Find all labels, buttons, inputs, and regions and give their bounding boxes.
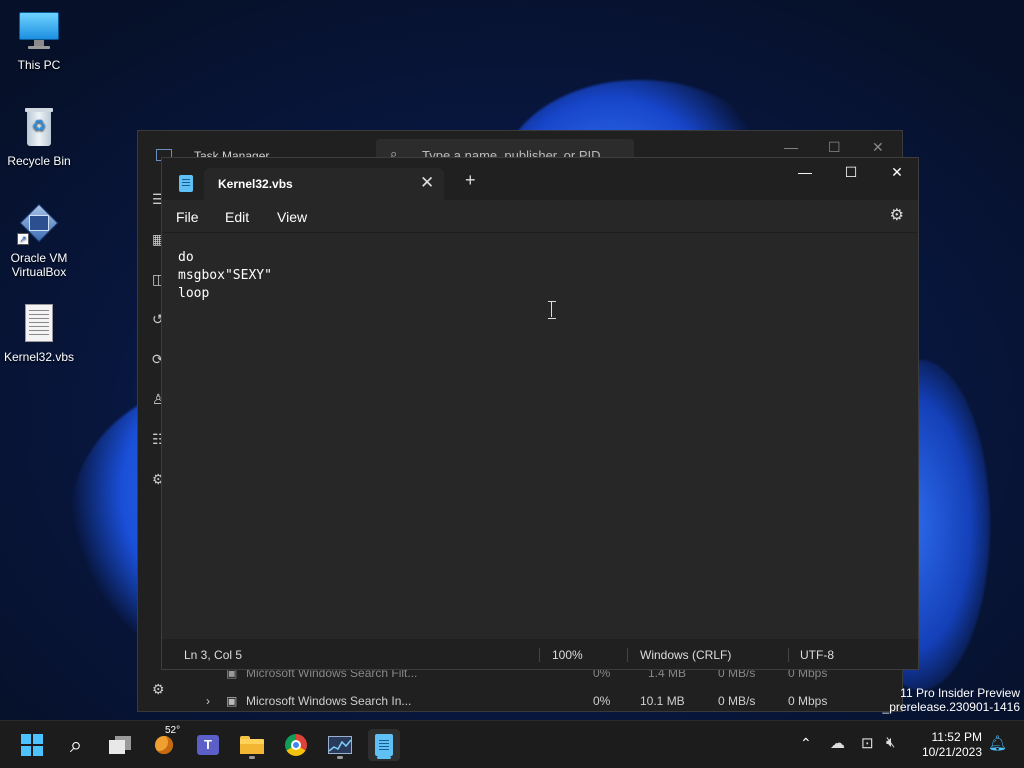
desktop-icon-label: VirtualBox [11, 265, 67, 279]
network-icon[interactable]: ⊡ [861, 734, 874, 752]
process-cpu: 0% [593, 694, 611, 708]
desktop-icon-label: Kernel32.vbs [3, 350, 75, 364]
notepad-icon [375, 734, 393, 756]
volume-muted-icon[interactable]: 🔇︎ [886, 734, 895, 751]
weather-moon-icon [155, 736, 173, 754]
search-button[interactable]: ⌕ [60, 729, 92, 761]
desktop-icon-label: This PC [17, 58, 61, 72]
start-button[interactable] [16, 729, 48, 761]
status-divider [627, 648, 628, 662]
process-name: Microsoft Windows Search In... [246, 694, 412, 708]
menu-edit[interactable]: Edit [225, 209, 249, 225]
maximize-icon[interactable]: ☐ [828, 139, 841, 156]
text-editor[interactable]: do msgbox"SEXY" loop [162, 232, 918, 640]
text-cursor-icon [548, 301, 556, 319]
menu-view[interactable]: View [277, 209, 307, 225]
notepad-taskbar-button[interactable] [368, 729, 400, 761]
minimize-button[interactable]: — [782, 158, 828, 188]
chrome-button[interactable] [280, 729, 312, 761]
process-network: 0 Mbps [788, 694, 828, 708]
settings-gear-icon[interactable]: ⚙ [890, 205, 904, 225]
process-icon: ▣ [226, 694, 238, 708]
task-view-icon [109, 736, 131, 754]
menu-file[interactable]: File [176, 209, 199, 225]
status-bar: Ln 3, Col 5 100% Windows (CRLF) UTF-8 [162, 639, 918, 669]
maximize-icon: ☐ [844, 164, 858, 180]
desktop-icon-virtualbox[interactable]: ↗ Oracle VM VirtualBox [0, 203, 78, 279]
desktop-icon-label: Oracle VM [10, 251, 68, 265]
status-divider [539, 648, 540, 662]
close-tab-icon[interactable]: ✕ [420, 173, 434, 193]
chevron-up-icon[interactable]: ⌃ [800, 735, 812, 752]
script-file-icon [17, 302, 61, 346]
active-indicator [377, 756, 391, 759]
weather-temperature: 52° [165, 725, 181, 736]
close-button[interactable]: ✕ [874, 158, 920, 188]
desktop-icon-label: Recycle Bin [7, 154, 71, 168]
search-icon: ⌕ [69, 732, 83, 757]
tab-title: Kernel32.vbs [218, 177, 293, 191]
minimize-icon: — [798, 164, 812, 180]
close-icon: ✕ [891, 164, 903, 180]
task-view-button[interactable] [104, 729, 136, 761]
desktop-icon-this-pc[interactable]: This PC [0, 10, 78, 72]
desktop-icon-kernel32-vbs[interactable]: Kernel32.vbs [0, 302, 78, 364]
recycle-bin-icon: ♻ [17, 106, 61, 150]
notepad-app-icon [179, 175, 193, 192]
windows-logo-icon [21, 734, 43, 756]
zoom-level: 100% [552, 648, 583, 662]
onedrive-icon[interactable]: ☁ [830, 734, 845, 752]
clock-time: 11:52 PM [931, 730, 982, 744]
editor-content[interactable]: do msgbox"SEXY" loop [178, 249, 272, 303]
notepad-window[interactable]: Kernel32.vbs ✕ + — ☐ ✕ File Edit View ⚙ … [161, 157, 919, 670]
teams-button[interactable]: T [192, 729, 224, 761]
notepad-titlebar[interactable]: Kernel32.vbs ✕ + — ☐ ✕ [162, 158, 918, 200]
file-explorer-button[interactable] [236, 729, 268, 761]
encoding: UTF-8 [800, 648, 834, 662]
watermark-line: _prerelease.230901-1416 [882, 700, 1020, 714]
table-row[interactable]: › ▣ Microsoft Windows Search In... 0% 10… [198, 689, 898, 713]
taskbar: ⌕ 52° T ⌃ ☁ ⊡ 🔇︎ 11:52 PM 10/21/2023 🔔︎ [0, 720, 1024, 768]
chrome-icon [285, 734, 307, 756]
folder-icon [240, 736, 264, 754]
notification-bell-icon[interactable]: 🔔︎ [988, 734, 1007, 752]
close-icon[interactable]: ✕ [872, 139, 884, 156]
new-tab-icon[interactable]: + [465, 170, 476, 191]
process-memory: 10.1 MB [640, 694, 685, 708]
line-ending: Windows (CRLF) [640, 648, 732, 662]
minimize-icon[interactable]: — [784, 139, 798, 155]
teams-icon: T [197, 735, 219, 755]
cursor-position: Ln 3, Col 5 [184, 648, 243, 662]
clock-date: 10/21/2023 [921, 745, 982, 759]
weather-widget[interactable]: 52° [148, 725, 180, 761]
system-clock[interactable]: 11:52 PM 10/21/2023 [922, 730, 982, 760]
watermark-line: 11 Pro Insider Preview [900, 686, 1020, 700]
status-divider [788, 648, 789, 662]
running-indicator [337, 756, 343, 759]
settings-gear-icon[interactable]: ⚙ [152, 681, 165, 698]
task-manager-icon [328, 736, 352, 754]
chevron-right-icon[interactable]: › [206, 694, 210, 708]
desktop-icon-recycle-bin[interactable]: ♻ Recycle Bin [0, 106, 78, 168]
tab-kernel32-vbs[interactable]: Kernel32.vbs ✕ [204, 168, 444, 200]
monitor-icon [17, 10, 61, 54]
menu-bar: File Edit View ⚙ [162, 200, 918, 232]
virtualbox-icon: ↗ [17, 203, 61, 247]
running-indicator [249, 756, 255, 759]
shortcut-arrow-icon: ↗ [17, 233, 29, 245]
maximize-button[interactable]: ☐ [828, 158, 874, 188]
windows-edition-watermark: 11 Pro Insider Preview _prerelease.23090… [883, 686, 1020, 714]
task-manager-taskbar-button[interactable] [324, 729, 356, 761]
process-disk: 0 MB/s [718, 694, 756, 708]
